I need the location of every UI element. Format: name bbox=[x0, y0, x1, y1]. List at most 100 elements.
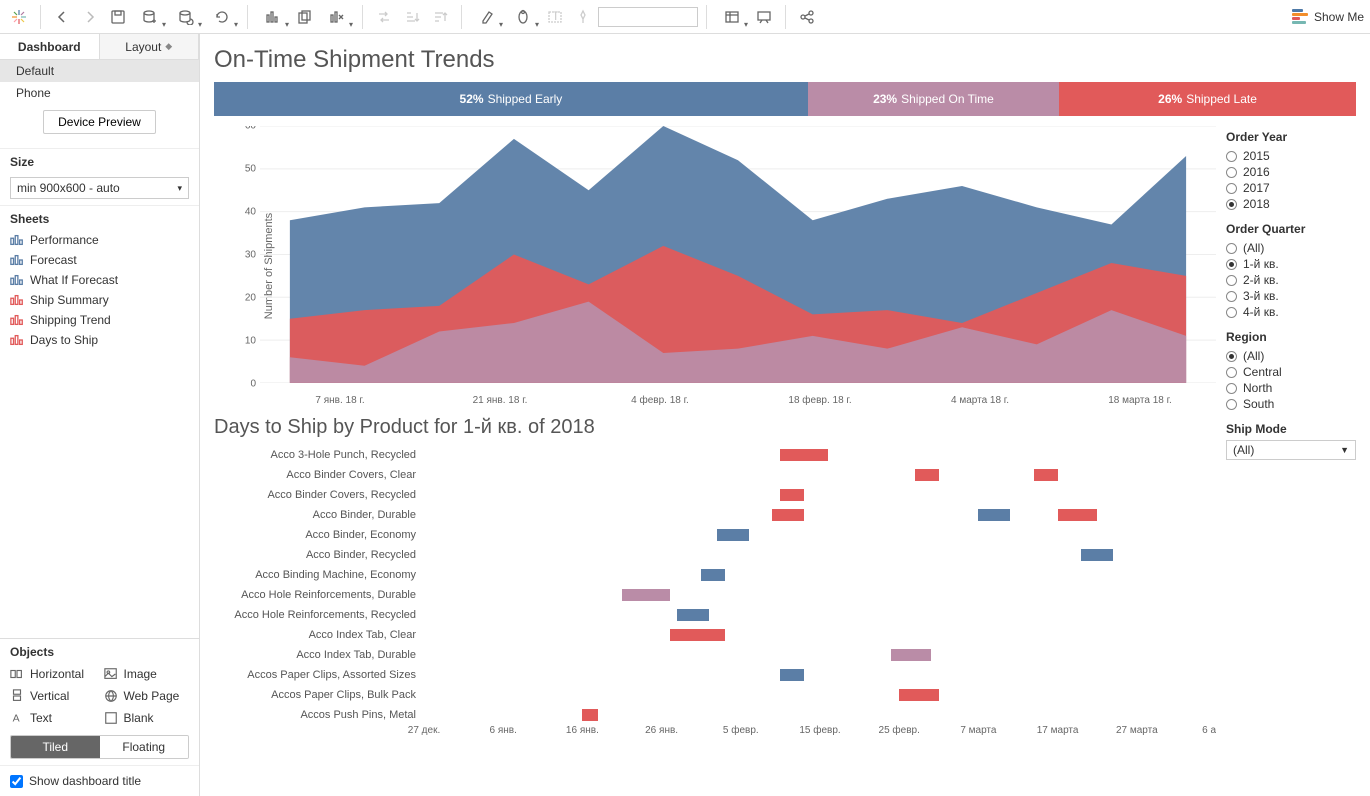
duplicate-button[interactable] bbox=[292, 4, 318, 30]
filter-region-option[interactable]: North bbox=[1226, 380, 1356, 396]
gantt-track bbox=[424, 468, 1216, 482]
sheet-item[interactable]: Days to Ship bbox=[0, 330, 199, 350]
search-input[interactable] bbox=[598, 7, 698, 27]
gantt-bar[interactable] bbox=[780, 489, 804, 501]
gantt-bar[interactable] bbox=[1058, 509, 1098, 521]
highlight-button[interactable]: ▾ bbox=[470, 4, 504, 30]
undo-button[interactable] bbox=[49, 4, 75, 30]
gantt-track bbox=[424, 708, 1216, 722]
object-text[interactable]: AText bbox=[10, 709, 96, 727]
sheet-icon bbox=[10, 233, 24, 247]
gantt-track bbox=[424, 668, 1216, 682]
gantt-bar[interactable] bbox=[677, 609, 709, 621]
clear-button[interactable]: ▾ bbox=[320, 4, 354, 30]
filter-region-option[interactable]: Central bbox=[1226, 364, 1356, 380]
gantt-bar[interactable] bbox=[622, 589, 670, 601]
swap-button[interactable] bbox=[371, 4, 397, 30]
gantt-bar[interactable] bbox=[717, 529, 749, 541]
filter-quarter-title: Order Quarter bbox=[1226, 222, 1356, 236]
size-select[interactable]: min 900x600 - auto▾ bbox=[10, 177, 189, 199]
filter-quarter-option[interactable]: 2-й кв. bbox=[1226, 272, 1356, 288]
sheet-item[interactable]: Forecast bbox=[0, 250, 199, 270]
filter-year-option[interactable]: 2018 bbox=[1226, 196, 1356, 212]
kpi-tile[interactable]: 26%Shipped Late bbox=[1059, 82, 1356, 116]
device-preview-button[interactable]: Device Preview bbox=[43, 110, 156, 134]
sort-desc-button[interactable] bbox=[427, 4, 453, 30]
area-chart[interactable]: Number of Shipments 0102030405060 7 янв.… bbox=[214, 126, 1216, 406]
filter-year-option[interactable]: 2015 bbox=[1226, 148, 1356, 164]
pin-button[interactable] bbox=[570, 4, 596, 30]
gantt-bar[interactable] bbox=[899, 689, 939, 701]
gantt-bar[interactable] bbox=[1034, 469, 1058, 481]
device-phone[interactable]: Phone bbox=[0, 82, 199, 104]
gantt-track bbox=[424, 528, 1216, 542]
gantt-bar[interactable] bbox=[701, 569, 725, 581]
kpi-tile[interactable]: 52%Shipped Early bbox=[214, 82, 808, 116]
presentation-button[interactable] bbox=[751, 4, 777, 30]
gantt-bar[interactable] bbox=[915, 469, 939, 481]
gantt-bar[interactable] bbox=[978, 509, 1010, 521]
new-datasource-button[interactable]: ▾ bbox=[133, 4, 167, 30]
filter-quarter-option[interactable]: 4-й кв. bbox=[1226, 304, 1356, 320]
save-button[interactable] bbox=[105, 4, 131, 30]
gantt-bar[interactable] bbox=[582, 709, 598, 721]
show-title-checkbox[interactable]: Show dashboard title bbox=[0, 765, 199, 796]
device-default[interactable]: Default bbox=[0, 60, 199, 82]
share-button[interactable] bbox=[794, 4, 820, 30]
redo-button[interactable] bbox=[77, 4, 103, 30]
sheet-item[interactable]: Shipping Trend bbox=[0, 310, 199, 330]
autoupdate-button[interactable]: ▾ bbox=[169, 4, 203, 30]
object-web-page[interactable]: Web Page bbox=[104, 687, 190, 705]
gantt-row: Accos Push Pins, Metal bbox=[214, 705, 1216, 725]
x-tick: 4 марта 18 г. bbox=[951, 395, 1009, 406]
filter-region-option[interactable]: South bbox=[1226, 396, 1356, 412]
object-icon bbox=[10, 689, 24, 703]
kpi-tile[interactable]: 23%Shipped On Time bbox=[808, 82, 1059, 116]
kpi-label: Shipped Late bbox=[1186, 92, 1257, 106]
filter-year-option[interactable]: 2017 bbox=[1226, 180, 1356, 196]
filter-quarter-option[interactable]: 3-й кв. bbox=[1226, 288, 1356, 304]
gantt-row: Acco Binding Machine, Economy bbox=[214, 565, 1216, 585]
gantt-label: Acco Binder Covers, Clear bbox=[214, 469, 424, 481]
gantt-bar[interactable] bbox=[772, 509, 804, 521]
gantt-bar[interactable] bbox=[670, 629, 725, 641]
radio-icon bbox=[1226, 351, 1237, 362]
filter-year-option[interactable]: 2016 bbox=[1226, 164, 1356, 180]
text-button[interactable]: T bbox=[542, 4, 568, 30]
sheet-item[interactable]: Ship Summary bbox=[0, 290, 199, 310]
radio-icon bbox=[1226, 383, 1237, 394]
gantt-chart[interactable]: Acco 3-Hole Punch, RecycledAcco Binder C… bbox=[214, 445, 1216, 784]
show-me-icon bbox=[1292, 9, 1308, 25]
gantt-label: Acco Binder Covers, Recycled bbox=[214, 489, 424, 501]
mode-floating[interactable]: Floating bbox=[100, 736, 189, 758]
group-button[interactable]: ▾ bbox=[506, 4, 540, 30]
object-horizontal[interactable]: Horizontal bbox=[10, 665, 96, 683]
gantt-bar[interactable] bbox=[1081, 549, 1113, 561]
tab-dashboard[interactable]: Dashboard bbox=[0, 34, 100, 59]
gantt-x-tick: 17 марта bbox=[1037, 725, 1079, 736]
sheet-item[interactable]: Performance bbox=[0, 230, 199, 250]
gantt-row: Acco Binder Covers, Clear bbox=[214, 465, 1216, 485]
filter-quarter-option[interactable]: 1-й кв. bbox=[1226, 256, 1356, 272]
object-vertical[interactable]: Vertical bbox=[10, 687, 96, 705]
radio-icon bbox=[1226, 199, 1237, 210]
object-image[interactable]: Image bbox=[104, 665, 190, 683]
gantt-bar[interactable] bbox=[891, 649, 931, 661]
sort-asc-button[interactable] bbox=[399, 4, 425, 30]
show-me-button[interactable]: Show Me bbox=[1292, 9, 1364, 25]
new-sheet-button[interactable]: ▾ bbox=[256, 4, 290, 30]
show-title-input[interactable] bbox=[10, 775, 23, 788]
tab-layout[interactable]: Layout◆ bbox=[100, 34, 200, 59]
filter-quarter-option[interactable]: (All) bbox=[1226, 240, 1356, 256]
sheet-item[interactable]: What If Forecast bbox=[0, 270, 199, 290]
gantt-bar[interactable] bbox=[780, 449, 828, 461]
filter-shipmode-dropdown[interactable]: (All)▼ bbox=[1226, 440, 1356, 460]
sheet-icon bbox=[10, 313, 24, 327]
object-blank[interactable]: Blank bbox=[104, 709, 190, 727]
fit-button[interactable]: ▾ bbox=[715, 4, 749, 30]
refresh-button[interactable]: ▾ bbox=[205, 4, 239, 30]
sheet-icon bbox=[10, 333, 24, 347]
mode-tiled[interactable]: Tiled bbox=[11, 736, 100, 758]
gantt-bar[interactable] bbox=[780, 669, 804, 681]
filter-region-option[interactable]: (All) bbox=[1226, 348, 1356, 364]
